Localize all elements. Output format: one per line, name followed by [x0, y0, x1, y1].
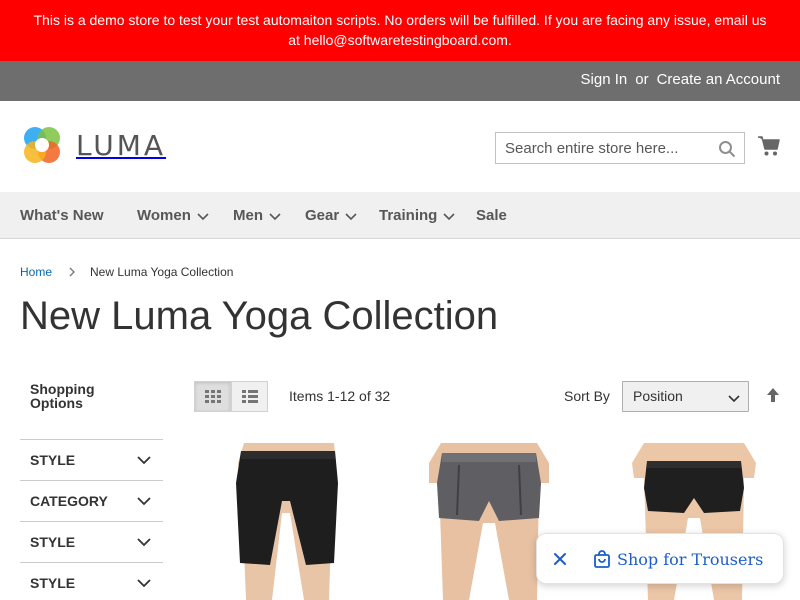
shopping-bag-icon [594, 550, 610, 568]
chevron-down-icon [728, 395, 740, 403]
nav-item-label: What's New [20, 207, 104, 224]
chevron-right-icon [69, 267, 75, 277]
main-navigation: What's New Women Men Gear Training Sale [0, 192, 800, 239]
chevron-down-icon [269, 212, 281, 220]
close-icon[interactable] [553, 552, 567, 566]
sort-select[interactable]: Position [622, 381, 749, 412]
sign-in-link[interactable]: Sign In [581, 71, 628, 88]
shop-for-trousers-popup[interactable]: Shop for Trousers [536, 533, 784, 584]
breadcrumb-home-link[interactable]: Home [20, 265, 52, 279]
or-separator: or [635, 71, 649, 88]
panel-header: Sign In or Create an Account [0, 61, 800, 101]
nav-item-men[interactable]: Men [233, 207, 281, 224]
page-title: New Luma Yoga Collection [20, 294, 499, 338]
site-header: LUMA [0, 101, 800, 192]
chevron-down-icon [137, 456, 151, 465]
list-icon [241, 389, 258, 403]
grid-icon [204, 389, 221, 403]
product-item[interactable] [194, 443, 374, 600]
grid-view-button[interactable] [194, 381, 231, 412]
black-bike-shorts-photo[interactable] [194, 443, 374, 600]
nav-item-women[interactable]: Women [137, 207, 209, 224]
search-box [495, 132, 745, 164]
nav-item-label: Gear [305, 207, 340, 224]
demo-notice-email-link[interactable]: hello@softwaretestingboard.com. [304, 32, 512, 48]
chevron-down-icon [137, 538, 151, 547]
sort-select-value: Position [633, 388, 683, 404]
filter-style[interactable]: STYLE [20, 521, 163, 562]
products-toolbar: Items 1-12 of 32 Sort By Position [194, 381, 784, 413]
filter-label: CATEGORY [30, 493, 108, 509]
shopping-options-title: Shopping Options [30, 381, 95, 411]
nav-item-label: Men [233, 207, 263, 224]
nav-item-training[interactable]: Training [379, 207, 455, 224]
filter-label: STYLE [30, 575, 76, 591]
cart-icon[interactable] [757, 134, 781, 158]
nav-item-whats-new[interactable]: What's New [20, 207, 104, 224]
popup-label[interactable]: Shop for Trousers [617, 550, 763, 569]
filter-list: STYLE CATEGORY STYLE STYLE [20, 439, 163, 600]
sort-arrow-up-icon[interactable] [766, 387, 780, 403]
create-account-link[interactable]: Create an Account [657, 71, 780, 88]
filter-style[interactable]: STYLE [20, 439, 163, 480]
nav-item-gear[interactable]: Gear [305, 207, 357, 224]
chevron-down-icon [197, 212, 209, 220]
demo-notice-banner: This is a demo store to test your test a… [0, 0, 800, 61]
filter-category[interactable]: CATEGORY [20, 480, 163, 521]
breadcrumb-current: New Luma Yoga Collection [90, 265, 234, 279]
chevron-down-icon [137, 497, 151, 506]
chevron-down-icon [345, 212, 357, 220]
breadcrumb: Home New Luma Yoga Collection [20, 265, 233, 279]
luma-logo-icon [24, 127, 60, 163]
shopping-options-sidebar: Shopping Options STYLE CATEGORY STYLE ST… [20, 381, 163, 591]
logo-text: LUMA [76, 128, 167, 162]
filter-style[interactable]: STYLE [20, 562, 163, 600]
filter-label: STYLE [30, 534, 76, 550]
chevron-down-icon [137, 579, 151, 588]
nav-item-label: Sale [476, 207, 507, 224]
nav-item-sale[interactable]: Sale [476, 207, 507, 224]
logo-link[interactable]: LUMA [20, 123, 166, 167]
view-mode-switcher [194, 381, 268, 412]
items-count: Items 1-12 of 32 [289, 388, 391, 404]
list-view-button[interactable] [231, 381, 268, 412]
search-input[interactable] [496, 133, 711, 163]
sort-by-label: Sort By [564, 388, 610, 404]
filter-label: STYLE [30, 452, 76, 468]
chevron-down-icon [443, 212, 455, 220]
search-icon[interactable] [718, 140, 736, 158]
nav-item-label: Training [379, 207, 438, 224]
header-links: Sign In or Create an Account [581, 71, 780, 88]
nav-item-label: Women [137, 207, 191, 224]
